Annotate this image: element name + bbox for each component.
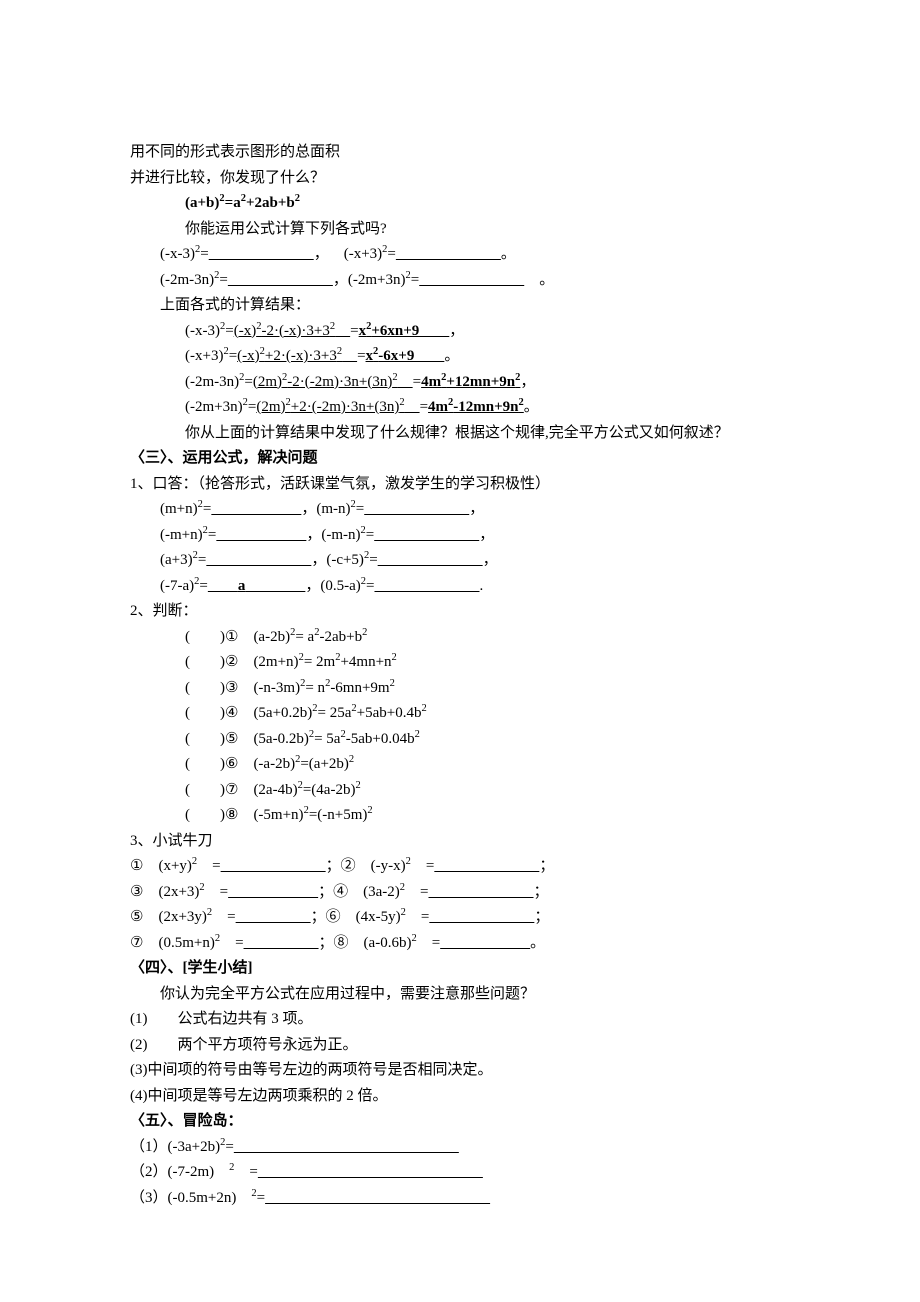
text-line: (1) 公式右边共有 3 项。 <box>130 1007 790 1033</box>
text-line: ③ (2x+3)2 = ；④ (3a-2)2 = ； <box>130 880 790 906</box>
text-line: ( )⑧ (-5m+n)2=(-n+5m)2 <box>130 803 790 829</box>
text-line: ( )③ (-n-3m)2= n2-6mn+9m2 <box>130 676 790 702</box>
text-line: (-7-a)2= a ，(0.5-a)2= . <box>130 574 790 600</box>
document-page: 用不同的形式表示图形的总面积并进行比较，你发现了什么？(a+b)2=a2+2ab… <box>0 0 920 1302</box>
text-line: ( )① (a-2b)2= a2-2ab+b2 <box>130 625 790 651</box>
text-line: 你能运用公式计算下列各式吗? <box>130 217 790 243</box>
text-line: (a+b)2=a2+2ab+b2 <box>130 191 790 217</box>
text-line: 用不同的形式表示图形的总面积 <box>130 140 790 166</box>
text-line: (-2m-3n)2= ，(-2m+3n)2= 。 <box>130 268 790 294</box>
text-line: ⑤ (2x+3y)2 = ；⑥ (4x-5y)2 = ； <box>130 905 790 931</box>
text-line: (a+3)2= ，(-c+5)2= ， <box>130 548 790 574</box>
text-line: ( )④ (5a+0.2b)2= 25a2+5ab+0.4b2 <box>130 701 790 727</box>
text-line: 1、口答：（抢答形式，活跃课堂气氛，激发学生的学习积极性） <box>130 472 790 498</box>
text-line: ⑦ (0.5m+n)2 = ；⑧ (a-0.6b)2 = 。 <box>130 931 790 957</box>
text-line: 〈五〉、冒险岛： <box>130 1109 790 1135</box>
text-line: (4)中间项是等号左边两项乘积的 2 倍。 <box>130 1084 790 1110</box>
text-line: 你从上面的计算结果中发现了什么规律？根据这个规律,完全平方公式又如何叙述？ <box>130 421 790 447</box>
text-line: ( )② (2m+n)2= 2m2+4mn+n2 <box>130 650 790 676</box>
text-line: (-m+n)2= ，(-m-n)2= ， <box>130 523 790 549</box>
text-line: ① (x+y)2 = ；② (-y-x)2 = ； <box>130 854 790 880</box>
text-line: (-x+3)2=(-x)2+2·(-x)·3+32 =x2-6x+9 。 <box>130 344 790 370</box>
text-line: 〈四〉、[学生小结] <box>130 956 790 982</box>
text-line: （1）(-3a+2b)2= <box>130 1135 790 1161</box>
text-line: (m+n)2= ，(m-n)2= ， <box>130 497 790 523</box>
text-line: (-2m-3n)2=(2m)2-2·(-2m)·3n+(3n)2 =4m2+12… <box>130 370 790 396</box>
text-line: 〈三〉、运用公式，解决问题 <box>130 446 790 472</box>
text-line: (-x-3)2=(-x)2-2·(-x)·3+32 =x2+6xn+9 ， <box>130 319 790 345</box>
text-line: ( )⑤ (5a-0.2b)2= 5a2-5ab+0.04b2 <box>130 727 790 753</box>
text-line: （2）(-7-2m) 2 = <box>130 1160 790 1186</box>
text-line: ( )⑦ (2a-4b)2=(4a-2b)2 <box>130 778 790 804</box>
text-line: 上面各式的计算结果： <box>130 293 790 319</box>
text-line: 你认为完全平方公式在应用过程中，需要注意那些问题？ <box>130 982 790 1008</box>
text-line: 并进行比较，你发现了什么？ <box>130 166 790 192</box>
text-line: 2、判断： <box>130 599 790 625</box>
document-content: 用不同的形式表示图形的总面积并进行比较，你发现了什么？(a+b)2=a2+2ab… <box>130 140 790 1211</box>
text-line: (2) 两个平方项符号永远为正。 <box>130 1033 790 1059</box>
text-line: （3）(-0.5m+2n) 2= <box>130 1186 790 1212</box>
text-line: 3、小试牛刀 <box>130 829 790 855</box>
text-line: (-x-3)2= ， (-x+3)2= 。 <box>130 242 790 268</box>
text-line: (-2m+3n)2=(2m)2+2·(-2m)·3n+(3n)2 =4m2-12… <box>130 395 790 421</box>
text-line: (3)中间项的符号由等号左边的两项符号是否相同决定。 <box>130 1058 790 1084</box>
text-line: ( )⑥ (-a-2b)2=(a+2b)2 <box>130 752 790 778</box>
